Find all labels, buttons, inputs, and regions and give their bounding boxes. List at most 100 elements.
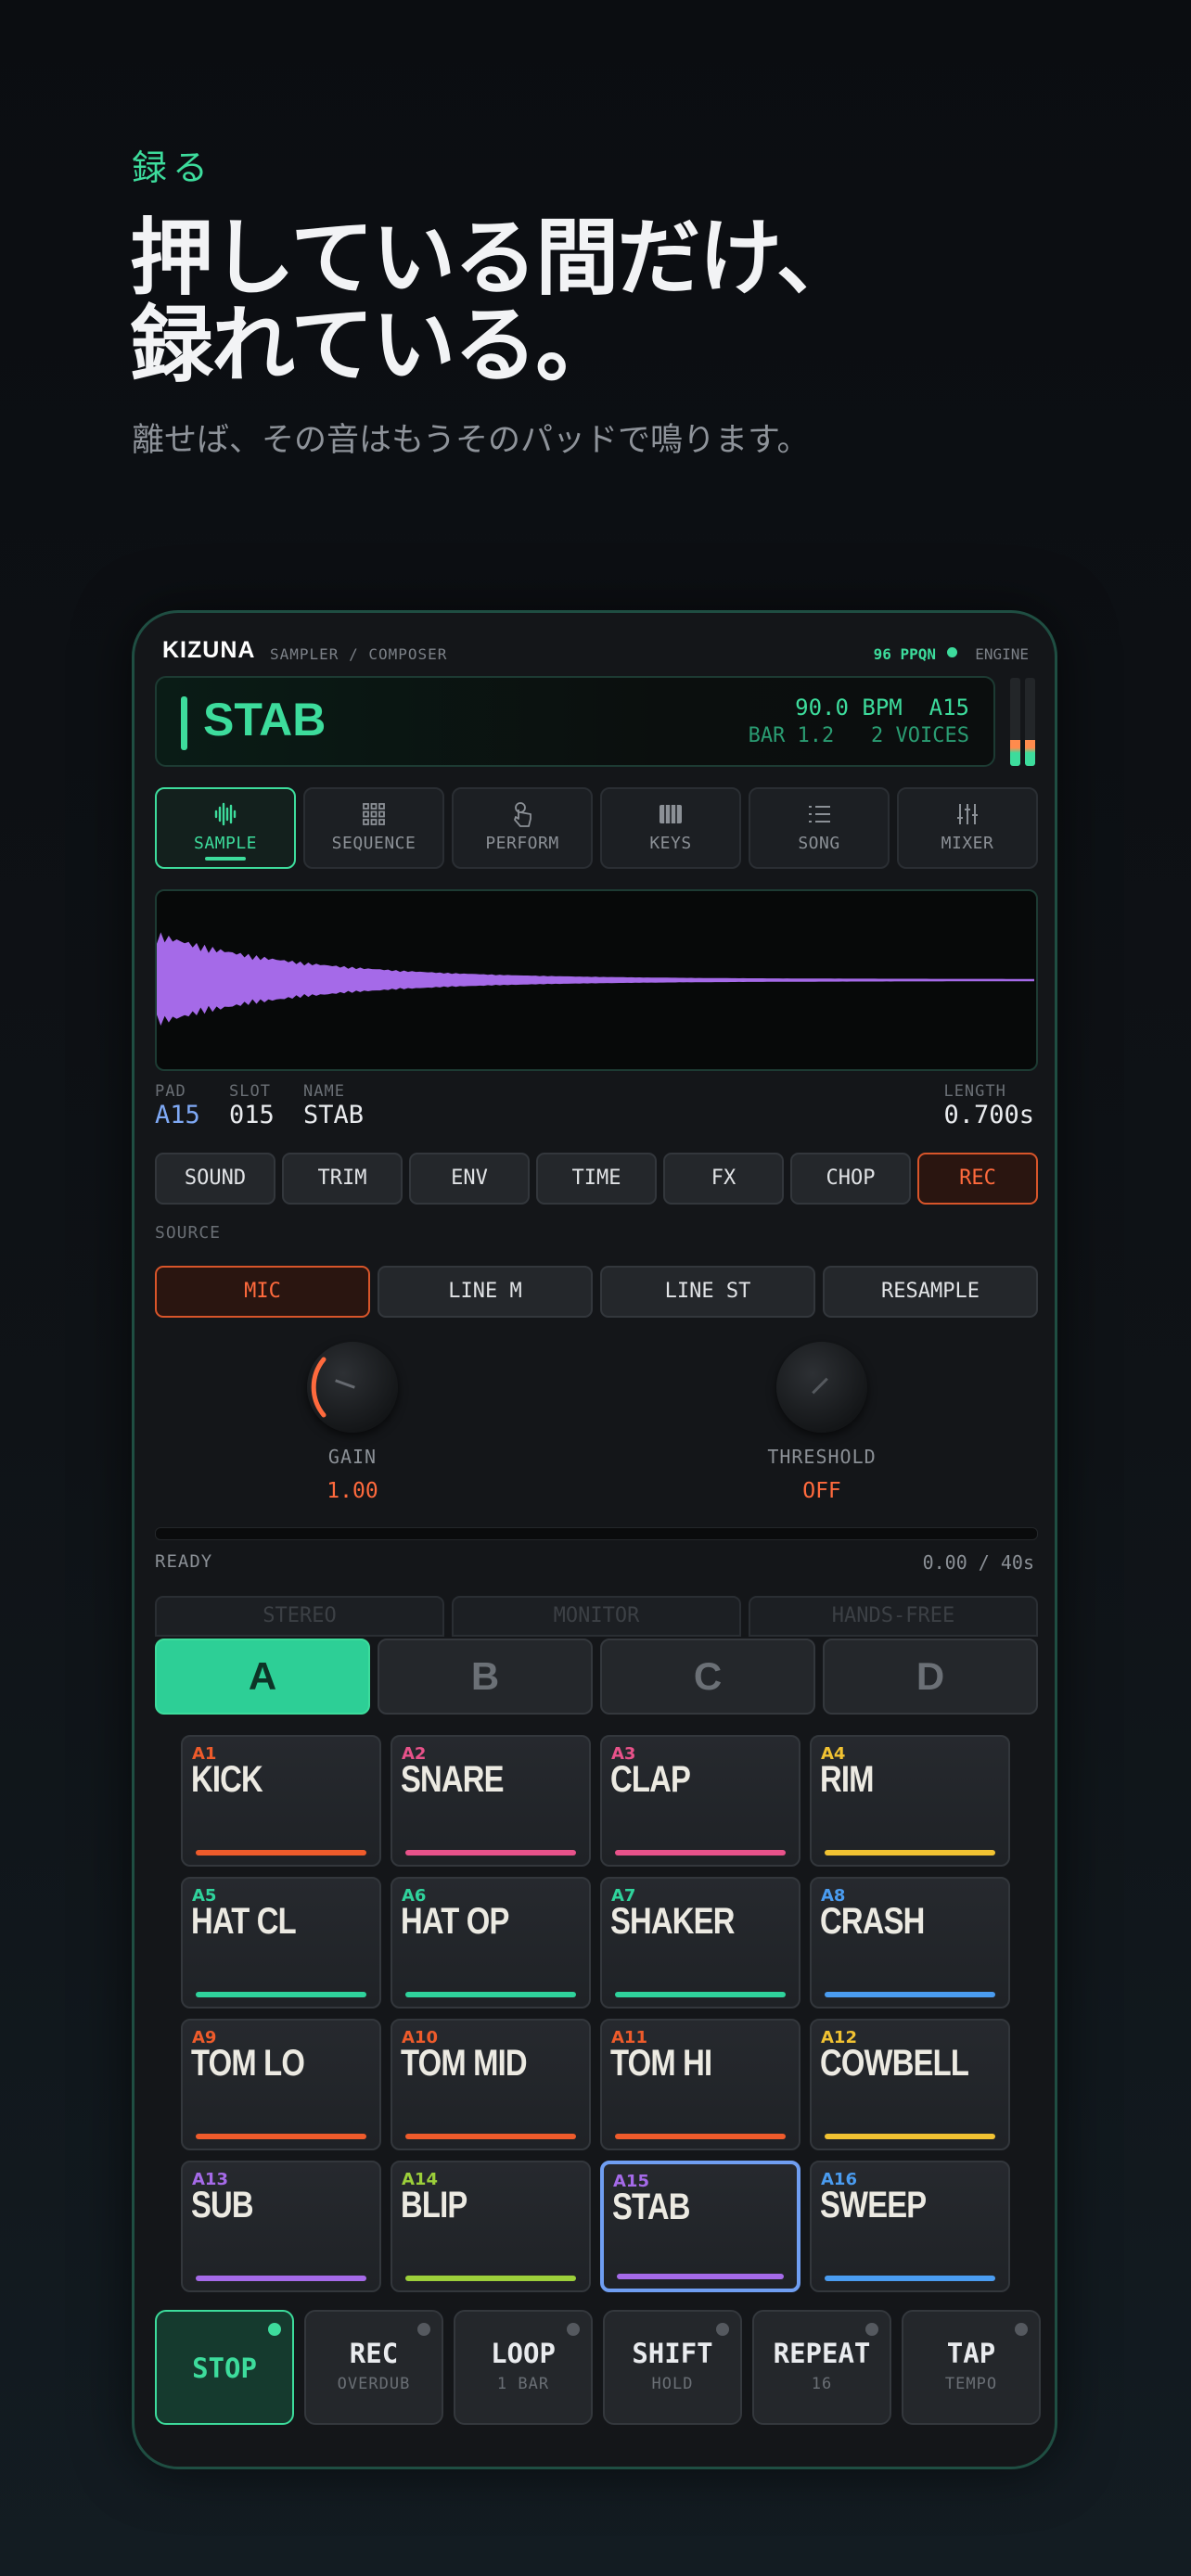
status-led <box>716 2323 729 2336</box>
pad-name: SNARE <box>401 1759 505 1800</box>
lcd-sample-name: STAB <box>203 694 327 746</box>
pad-a3[interactable]: A3 CLAP <box>600 1735 800 1867</box>
status-led <box>865 2323 878 2336</box>
gain-knob[interactable] <box>307 1342 398 1433</box>
pad-name: KICK <box>191 1759 263 1800</box>
source-line-st[interactable]: LINE ST <box>600 1266 815 1318</box>
option-stereo[interactable]: STEREO <box>155 1596 444 1637</box>
pad-a2[interactable]: A2 SNARE <box>391 1735 591 1867</box>
record-status: READY <box>155 1551 213 1572</box>
source-resample[interactable]: RESAMPLE <box>823 1266 1038 1318</box>
length-field-value: 0.700s <box>943 1101 1034 1129</box>
pad-a1[interactable]: A1 KICK <box>181 1735 381 1867</box>
pad-a10[interactable]: A10 TOM MID <box>391 2019 591 2150</box>
pad-field-label: PAD <box>155 1082 186 1101</box>
pad-name: SWEEP <box>820 2185 927 2225</box>
transport-label: REC <box>349 2338 399 2369</box>
tab-song[interactable]: SONG <box>749 787 890 869</box>
pad-a16[interactable]: A16 SWEEP <box>810 2161 1010 2292</box>
threshold-knob-body <box>776 1342 867 1433</box>
pad-a7[interactable]: A7 SHAKER <box>600 1877 800 2009</box>
pad-name: CLAP <box>610 1759 691 1800</box>
pad-a8[interactable]: A8 CRASH <box>810 1877 1010 2009</box>
rec-button[interactable]: REC OVERDUB <box>304 2310 443 2425</box>
tab-sample[interactable]: SAMPLE <box>155 787 296 869</box>
tab-active-indicator <box>205 857 246 861</box>
transport-sublabel: OVERDUB <box>337 2375 411 2393</box>
pad-color-bar <box>615 1850 786 1855</box>
brand-logo: KIZUNA <box>162 637 256 663</box>
bank-d-button[interactable]: D <box>823 1639 1038 1715</box>
transport-label: STOP <box>192 2353 257 2384</box>
headline-line-1: 押している間だけ、 <box>130 210 860 307</box>
pad-color-bar <box>405 1992 576 1997</box>
repeat-button[interactable]: REPEAT 16 <box>752 2310 891 2425</box>
source-mic[interactable]: MIC <box>155 1266 370 1318</box>
pad-a9[interactable]: A9 TOM LO <box>181 2019 381 2150</box>
subtab-trim[interactable]: TRIM <box>282 1153 403 1205</box>
pad-color-bar <box>196 1992 366 1997</box>
source-line-m[interactable]: LINE M <box>378 1266 593 1318</box>
lcd-bpm-pad: 90.0 BPM A15 <box>795 695 969 721</box>
pad-a11[interactable]: A11 TOM HI <box>600 2019 800 2150</box>
subheadline: 離せば、その音はもうそのパッドで鳴ります。 <box>132 422 810 459</box>
tab-keys[interactable]: KEYS <box>600 787 741 869</box>
transport-sublabel: TEMPO <box>944 2375 998 2393</box>
subtab-sound[interactable]: SOUND <box>155 1153 275 1205</box>
pad-color-bar <box>825 1850 995 1855</box>
pad-color-bar <box>196 2276 366 2281</box>
transport-sublabel: 1 BAR <box>496 2375 550 2393</box>
status-led <box>417 2323 430 2336</box>
stop-button[interactable]: STOP <box>155 2310 294 2425</box>
bank-a-button[interactable]: A <box>155 1639 370 1715</box>
tab-sequence[interactable]: SEQUENCE <box>303 787 444 869</box>
pad-color-bar <box>615 1992 786 1997</box>
pad-a5[interactable]: A5 HAT CL <box>181 1877 381 2009</box>
tab-perform[interactable]: PERFORM <box>452 787 593 869</box>
lcd-bar-voices: BAR 1.2 2 VOICES <box>748 724 969 747</box>
option-monitor[interactable]: MONITOR <box>452 1596 741 1637</box>
slot-field: SLOT 015 <box>229 1082 275 1129</box>
pad-name: HAT CL <box>191 1901 297 1942</box>
status-led <box>1015 2323 1028 2336</box>
gain-label: GAIN <box>327 1446 378 1468</box>
lcd-accent-bar <box>181 696 187 750</box>
pad-name: SUB <box>191 2185 254 2225</box>
pad-color-bar <box>405 2276 576 2281</box>
tap-button[interactable]: TAP TEMPO <box>902 2310 1041 2425</box>
gain-value: 1.00 <box>327 1479 378 1503</box>
pad-name: SHAKER <box>610 1901 735 1942</box>
option-hands-free[interactable]: HANDS-FREE <box>749 1596 1038 1637</box>
threshold-knob[interactable] <box>776 1342 867 1433</box>
subtab-env[interactable]: ENV <box>409 1153 530 1205</box>
hand-icon <box>454 800 591 828</box>
transport-sublabel: HOLD <box>651 2375 694 2393</box>
subtab-rec[interactable]: REC <box>917 1153 1038 1205</box>
piano-icon <box>602 800 739 828</box>
bank-b-button[interactable]: B <box>378 1639 593 1715</box>
subtab-time[interactable]: TIME <box>536 1153 657 1205</box>
tab-mixer[interactable]: MIXER <box>897 787 1038 869</box>
pad-a13[interactable]: A13 SUB <box>181 2161 381 2292</box>
status-led <box>268 2323 281 2336</box>
subtab-fx[interactable]: FX <box>663 1153 784 1205</box>
tab-label: PERFORM <box>485 834 559 853</box>
transport-sublabel: 16 <box>811 2375 833 2393</box>
pad-a12[interactable]: A12 COWBELL <box>810 2019 1010 2150</box>
pad-a14[interactable]: A14 BLIP <box>391 2161 591 2292</box>
pad-color-bar <box>825 2276 995 2281</box>
waveform-display[interactable] <box>155 889 1038 1071</box>
subtab-chop[interactable]: CHOP <box>790 1153 911 1205</box>
shift-button[interactable]: SHIFT HOLD <box>603 2310 742 2425</box>
engine-status-dot <box>947 647 957 657</box>
tab-label: SAMPLE <box>193 834 258 853</box>
slot-field-value: 015 <box>229 1101 275 1129</box>
pad-a15[interactable]: A15 STAB <box>600 2161 800 2292</box>
record-progress-bar <box>155 1527 1038 1540</box>
pad-name: CRASH <box>820 1901 925 1942</box>
pad-name: COWBELL <box>820 2043 969 2084</box>
bank-c-button[interactable]: C <box>600 1639 815 1715</box>
pad-a4[interactable]: A4 RIM <box>810 1735 1010 1867</box>
loop-button[interactable]: LOOP 1 BAR <box>454 2310 593 2425</box>
pad-a6[interactable]: A6 HAT OP <box>391 1877 591 2009</box>
